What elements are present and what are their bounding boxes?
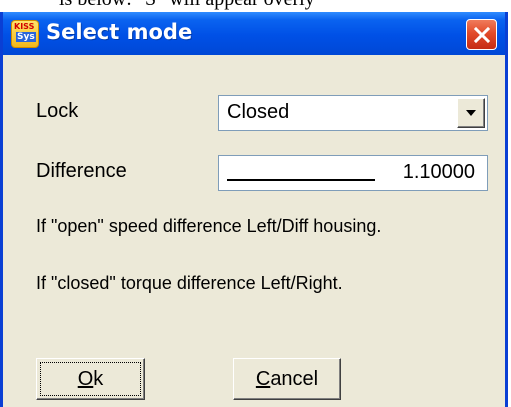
dialog-titlebar[interactable]: KISS Sys Select mode [3,12,505,55]
kiss-logo-text: KISS [14,22,35,31]
chevron-down-icon [466,110,476,116]
ok-button-label-rest: k [93,368,104,390]
background-document-text: is below: "S" will appear overly [59,0,315,11]
open-mode-help-text: If "open" speed difference Left/Diff hou… [36,216,382,236]
kisssoft-app-icon: KISS Sys [11,20,39,48]
lock-select[interactable]: Closed [218,95,488,131]
close-icon [473,26,490,43]
cancel-button-label-rest: ancel [270,368,319,390]
difference-input[interactable]: 1.10000 [218,155,488,191]
background-document-strip: is below: "S" will appear overly [0,0,511,12]
sys-logo-text: Sys [16,32,36,42]
dialog-title: Select mode [46,20,193,44]
cancel-button-accelerator: C [255,368,271,390]
lock-label: Lock [36,100,79,122]
difference-label: Difference [36,160,127,182]
close-button[interactable] [466,19,497,50]
dialog-content: Lock Closed Difference 1.10000 If "open"… [3,55,505,407]
cancel-button[interactable]: Cancel [233,358,341,400]
difference-input-underline [227,179,375,181]
closed-mode-help-text: If "closed" torque difference Left/Right… [36,273,343,293]
lock-dropdown-button[interactable] [457,98,485,128]
screenshot-page: is below: "S" will appear overly KISS Sy… [0,0,511,407]
select-mode-dialog: KISS Sys Select mode Lock Closed Differe… [0,12,508,407]
lock-select-value[interactable]: Closed [227,101,289,124]
ok-button-accelerator: O [77,368,94,390]
difference-input-value[interactable]: 1.10000 [403,161,475,184]
ok-button[interactable]: Ok [36,358,145,400]
